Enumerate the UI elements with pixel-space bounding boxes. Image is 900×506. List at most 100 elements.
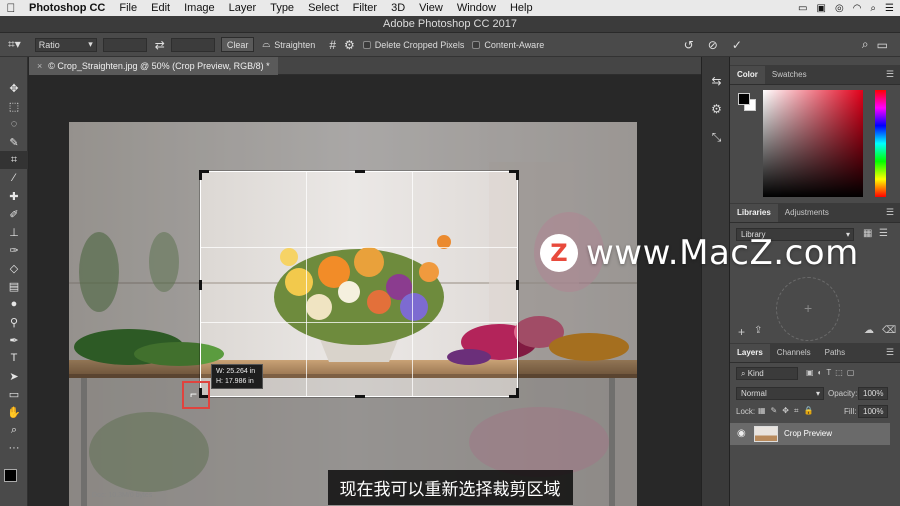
crop-tool-preset-icon[interactable]: ⌗▾ bbox=[8, 37, 21, 52]
color-foreground-swatch[interactable] bbox=[738, 93, 750, 105]
eye-icon[interactable]: ◉ bbox=[737, 428, 746, 439]
layer-name: Crop Preview bbox=[784, 429, 833, 438]
history-brush-icon[interactable]: ✑ bbox=[0, 241, 28, 259]
zoom-tool-icon[interactable]: ⌕ bbox=[0, 421, 28, 439]
opacity-input[interactable]: 100% bbox=[858, 387, 888, 400]
swap-icon[interactable]: ⇄ bbox=[155, 38, 165, 52]
layer-row-crop-preview[interactable]: ◉ Crop Preview bbox=[730, 423, 890, 445]
shape-tool-icon[interactable]: ▭ bbox=[0, 385, 28, 403]
menu-select[interactable]: Select bbox=[301, 2, 346, 14]
crop-handle-left[interactable] bbox=[199, 280, 202, 290]
eraser-tool-icon[interactable]: ◇ bbox=[0, 259, 28, 277]
tab-color[interactable]: Color bbox=[730, 66, 765, 84]
tab-channels[interactable]: Channels bbox=[770, 344, 818, 362]
list-view-icon[interactable]: ☰ bbox=[879, 228, 888, 239]
menu-filter[interactable]: Filter bbox=[346, 2, 384, 14]
transform-panel-icon[interactable]: ⤡ bbox=[702, 123, 731, 151]
clear-button[interactable]: Clear bbox=[220, 37, 255, 52]
menu-3d[interactable]: 3D bbox=[384, 2, 412, 14]
crop-handle-br[interactable] bbox=[516, 388, 519, 398]
menu-list-icon[interactable]: ☰ bbox=[885, 3, 894, 14]
search-icon[interactable]: ⌕ bbox=[870, 3, 876, 14]
menu-app[interactable]: Photoshop CC bbox=[22, 2, 112, 14]
color-panel-tabs: Color Swatches ☰ bbox=[730, 65, 900, 85]
search-icon[interactable]: ⌕ bbox=[862, 37, 869, 52]
panel-menu-icon[interactable]: ☰ bbox=[886, 347, 894, 358]
panel-menu-icon[interactable]: ☰ bbox=[886, 69, 894, 80]
menu-edit[interactable]: Edit bbox=[144, 2, 177, 14]
height-ratio-input[interactable] bbox=[170, 37, 215, 52]
library-drop-zone[interactable]: + bbox=[776, 277, 840, 341]
crop-handle-right[interactable] bbox=[516, 280, 519, 290]
cancel-icon[interactable]: ⊘ bbox=[708, 38, 718, 52]
hand-tool-icon[interactable]: ✋ bbox=[0, 403, 28, 421]
crop-handle-tl[interactable] bbox=[199, 170, 202, 180]
history-panel-icon[interactable]: ⇆ bbox=[702, 67, 731, 95]
menu-image[interactable]: Image bbox=[177, 2, 222, 14]
tab-paths[interactable]: Paths bbox=[818, 344, 852, 362]
eyedropper-tool-icon[interactable]: ⁄ bbox=[0, 169, 28, 187]
tab-swatches[interactable]: Swatches bbox=[765, 66, 814, 84]
cloud-icon[interactable]: ☁ bbox=[864, 325, 874, 336]
crop-handle-tr[interactable] bbox=[516, 170, 519, 180]
display-icon[interactable]: ▭ bbox=[798, 3, 807, 14]
blur-tool-icon[interactable]: ● bbox=[0, 295, 28, 313]
document-tab[interactable]: × © Crop_Straighten.jpg @ 50% (Crop Prev… bbox=[29, 56, 278, 75]
color-field[interactable] bbox=[763, 90, 863, 197]
upload-icon[interactable]: ⇪ bbox=[754, 325, 762, 336]
tab-libraries[interactable]: Libraries bbox=[730, 204, 778, 222]
more-tools-icon[interactable]: ··· bbox=[0, 439, 28, 457]
canvas-area[interactable]: W: 25.264 in H: 17.986 in ⌐ bbox=[29, 75, 701, 506]
hue-slider[interactable] bbox=[875, 90, 886, 197]
layer-filter-kind[interactable]: ⌕ Kind bbox=[736, 367, 798, 380]
marquee-tool-icon[interactable]: ⬚ bbox=[0, 97, 28, 115]
trash-icon[interactable]: ⌫ bbox=[882, 325, 896, 336]
move-tool-icon[interactable]: ✥ bbox=[0, 79, 28, 97]
stamp-tool-icon[interactable]: ⊥ bbox=[0, 223, 28, 241]
healing-tool-icon[interactable]: ✚ bbox=[0, 187, 28, 205]
ratio-select[interactable]: Ratio ▾ bbox=[34, 37, 97, 52]
close-icon[interactable]: × bbox=[37, 61, 42, 71]
menu-layer[interactable]: Layer bbox=[222, 2, 264, 14]
crop-handle-top[interactable] bbox=[355, 170, 365, 173]
menu-type[interactable]: Type bbox=[263, 2, 301, 14]
menu-help[interactable]: Help bbox=[503, 2, 540, 14]
pen-tool-icon[interactable]: ✒ bbox=[0, 331, 28, 349]
grid-view-icon[interactable]: ▦ bbox=[863, 228, 872, 239]
gradient-tool-icon[interactable]: ▤ bbox=[0, 277, 28, 295]
lasso-tool-icon[interactable]: ◌ bbox=[0, 115, 28, 133]
screen-icon[interactable]: ▣ bbox=[817, 3, 826, 14]
lock-icons[interactable]: ▦✎✥⌗🔒 bbox=[758, 406, 818, 416]
blend-mode-select[interactable]: Normal ▾ bbox=[736, 387, 824, 400]
tab-layers[interactable]: Layers bbox=[730, 344, 770, 362]
commit-check-icon[interactable]: ✓ bbox=[732, 38, 742, 52]
delete-cropped-checkbox[interactable]: Delete Cropped Pixels bbox=[362, 40, 464, 50]
crop-handle-bottom[interactable] bbox=[355, 395, 365, 398]
straighten-icon[interactable]: ⌓ bbox=[262, 39, 270, 50]
menu-file[interactable]: File bbox=[112, 2, 144, 14]
properties-panel-icon[interactable]: ⚙ bbox=[702, 95, 731, 123]
cc-icon[interactable]: ◎ bbox=[835, 3, 844, 14]
layer-filter-icons[interactable]: ▣◐T⬚▢ bbox=[806, 368, 858, 377]
type-tool-icon[interactable]: T bbox=[0, 349, 28, 367]
quick-select-tool-icon[interactable]: ✎ bbox=[0, 133, 28, 151]
menu-window[interactable]: Window bbox=[450, 2, 503, 14]
grid-overlay-icon[interactable]: # bbox=[329, 38, 336, 52]
panel-menu-icon[interactable]: ☰ bbox=[886, 207, 894, 218]
dodge-tool-icon[interactable]: ⚲ bbox=[0, 313, 28, 331]
add-content-icon[interactable]: + bbox=[738, 325, 745, 339]
crop-tool-icon[interactable]: ⌗ bbox=[0, 151, 28, 169]
workspace-icon[interactable]: ▭ bbox=[877, 38, 888, 52]
brush-tool-icon[interactable]: ✐ bbox=[0, 205, 28, 223]
wifi-icon[interactable]: ◠ bbox=[853, 3, 862, 14]
fill-input[interactable]: 100% bbox=[858, 405, 888, 418]
reset-icon[interactable]: ↺ bbox=[684, 38, 694, 52]
apple-icon[interactable]:  bbox=[0, 1, 22, 15]
tab-adjustments[interactable]: Adjustments bbox=[778, 204, 836, 222]
content-aware-checkbox[interactable]: Content-Aware bbox=[472, 40, 544, 50]
menu-view[interactable]: View bbox=[412, 2, 450, 14]
path-select-tool-icon[interactable]: ➤ bbox=[0, 367, 28, 385]
width-ratio-input[interactable] bbox=[102, 37, 147, 52]
straighten-label[interactable]: Straighten bbox=[274, 40, 315, 50]
gear-icon[interactable]: ⚙ bbox=[344, 38, 355, 52]
